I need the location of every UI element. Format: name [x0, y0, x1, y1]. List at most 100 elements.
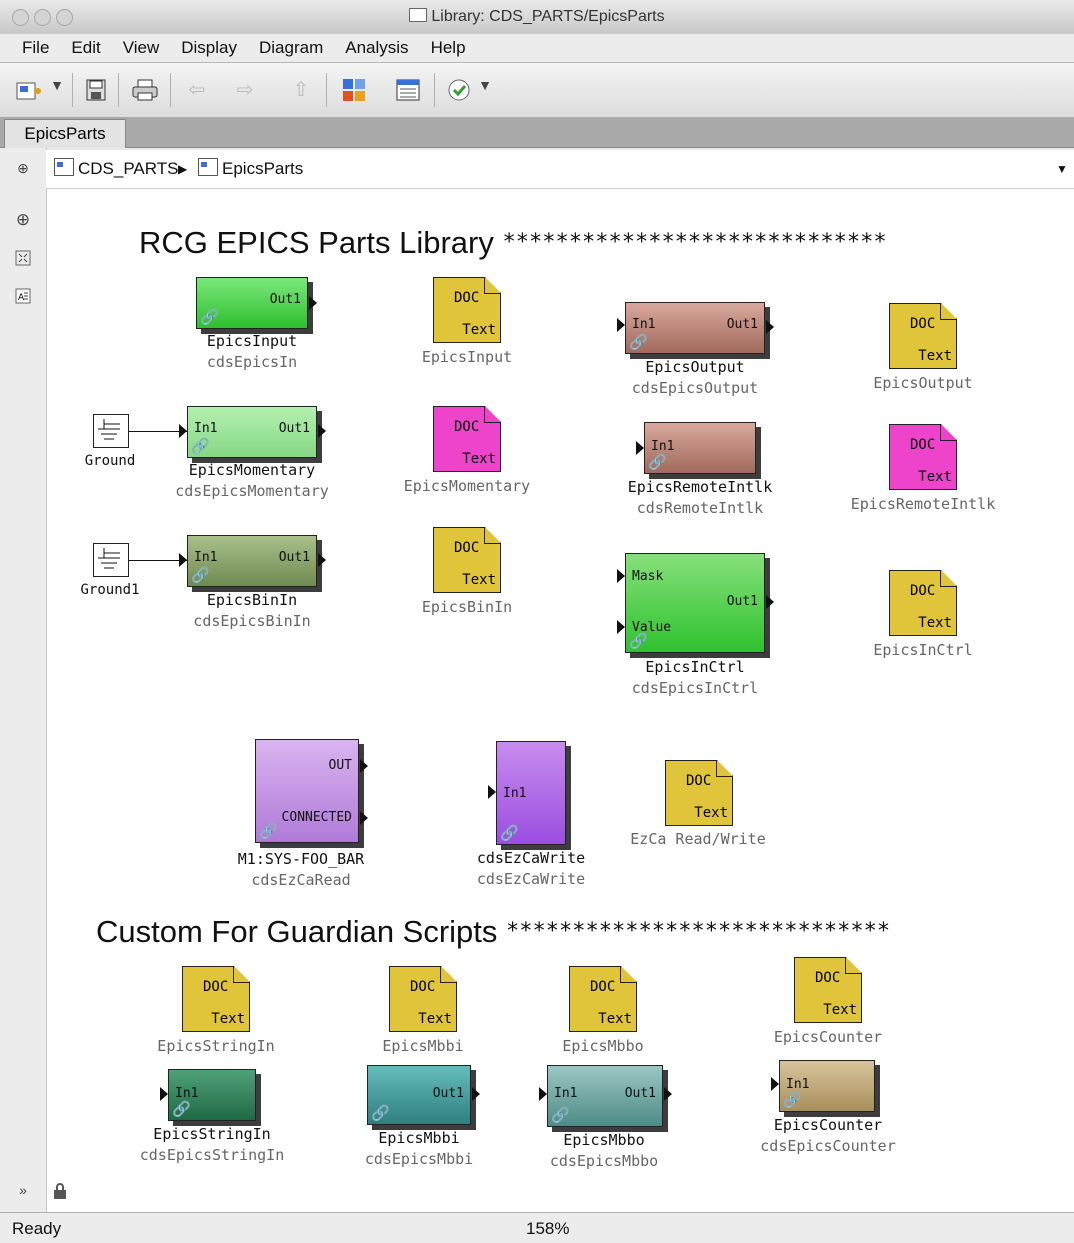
forward-icon[interactable]: ⇨ — [230, 77, 260, 103]
doc-text: Text — [598, 1011, 632, 1027]
port-out1: Out1 — [432, 1086, 464, 1101]
doc-caption: EzCa Read/Write — [630, 830, 766, 848]
library-browser-icon[interactable] — [338, 77, 370, 103]
doc-fold-line — [940, 425, 956, 441]
doc-block[interactable]: DOC Text — [433, 527, 501, 593]
doc-caption: EpicsMbbo — [562, 1037, 644, 1055]
output-port-arrow[interactable] — [664, 1087, 672, 1101]
output-port-arrow[interactable] — [318, 553, 326, 567]
output-port-arrow[interactable] — [318, 424, 326, 438]
port-out: OUT — [328, 758, 352, 773]
epics-bin-in-block[interactable]: In1 Out1 🔗 — [187, 535, 317, 587]
annotation-icon[interactable]: A — [13, 288, 33, 307]
ezca-read-block[interactable]: OUT CONNECTED 🔗 — [255, 739, 359, 843]
input-port-arrow[interactable] — [160, 1087, 168, 1101]
doc-block[interactable]: DOC Text — [889, 303, 957, 369]
check-icon[interactable] — [444, 77, 474, 103]
output-port-arrow[interactable] — [309, 296, 317, 310]
toolbar: ▼ ⇦ ⇨ ⇧ ▼ — [0, 63, 1074, 118]
doc-block[interactable]: DOC Text — [665, 760, 733, 826]
palette-bar: ⊕ ⊕ A » — [0, 148, 47, 1212]
toolbar-separator — [170, 73, 171, 107]
breadcrumb-dropdown-icon[interactable]: ▼ — [1056, 162, 1068, 176]
new-model-icon[interactable] — [12, 77, 48, 103]
input-port-arrow[interactable] — [636, 441, 644, 455]
doc-block[interactable]: DOC Text — [889, 424, 957, 490]
library-heading-text: RCG EPICS Parts Library — [139, 225, 494, 260]
up-icon[interactable]: ⇧ — [286, 77, 316, 103]
menu-view[interactable]: View — [123, 34, 160, 58]
output-port-arrow[interactable] — [766, 595, 774, 609]
menu-analysis[interactable]: Analysis — [345, 34, 408, 58]
output-port-arrow[interactable] — [472, 1087, 480, 1101]
input-port-arrow[interactable] — [771, 1077, 779, 1091]
block-name: EpicsOutput — [645, 358, 745, 376]
input-port-arrow[interactable] — [539, 1087, 547, 1101]
menu-diagram[interactable]: Diagram — [259, 34, 323, 58]
link-icon: 🔗 — [648, 453, 667, 471]
print-icon[interactable] — [128, 77, 162, 103]
port-in1: In1 — [194, 421, 218, 436]
epics-counter-block[interactable]: In1 🔗 — [779, 1060, 875, 1112]
breadcrumb-current[interactable]: EpicsParts — [198, 158, 303, 179]
epics-mbbo-block[interactable]: In1 Out1 🔗 — [547, 1065, 663, 1127]
doc-block[interactable]: DOC Text — [794, 957, 862, 1023]
toolbar-separator — [118, 73, 119, 107]
check-dropdown-icon[interactable]: ▼ — [476, 77, 494, 103]
epics-in-ctrl-block[interactable]: Mask Value Out1 🔗 — [625, 553, 765, 653]
output-port-arrow[interactable] — [360, 759, 368, 773]
hide-icon[interactable]: » — [13, 1182, 33, 1198]
output-port-arrow[interactable] — [766, 320, 774, 334]
doc-label: DOC — [686, 773, 712, 789]
epics-momentary-block[interactable]: In1 Out1 🔗 — [187, 406, 317, 458]
ground-block[interactable] — [93, 543, 129, 577]
model-explorer-icon[interactable] — [392, 77, 424, 103]
doc-text: Text — [694, 805, 728, 821]
doc-block[interactable]: DOC Text — [389, 966, 457, 1032]
doc-text: Text — [918, 469, 952, 485]
new-model-dropdown-icon[interactable]: ▼ — [48, 77, 66, 103]
menu-display[interactable]: Display — [181, 34, 237, 58]
doc-block[interactable]: DOC Text — [569, 966, 637, 1032]
doc-text: Text — [918, 348, 952, 364]
input-port-arrow[interactable] — [617, 569, 625, 583]
input-port-arrow[interactable] — [617, 318, 625, 332]
link-icon: 🔗 — [783, 1091, 802, 1109]
block-subname: cdsEzCaWrite — [476, 870, 586, 888]
doc-block[interactable]: DOC Text — [182, 966, 250, 1032]
port-in1: In1 — [786, 1077, 810, 1092]
link-icon: 🔗 — [259, 822, 278, 840]
lock-icon[interactable] — [53, 1182, 67, 1205]
menu-help[interactable]: Help — [431, 34, 466, 58]
doc-fold-line — [940, 304, 956, 320]
menu-edit[interactable]: Edit — [71, 34, 100, 58]
breadcrumb: CDS_PARTS ▶ EpicsParts ▼ — [46, 150, 1074, 189]
epics-remote-intlk-block[interactable]: In1 🔗 — [644, 422, 756, 474]
block-subname: cdsEpicsBinIn — [193, 612, 311, 630]
doc-block[interactable]: DOC Text — [889, 570, 957, 636]
output-port-arrow[interactable] — [360, 811, 368, 825]
save-icon[interactable] — [82, 77, 110, 103]
expand-icon[interactable]: ⊕ — [13, 160, 33, 177]
epics-string-in-block[interactable]: In1 🔗 — [168, 1069, 256, 1121]
back-icon[interactable]: ⇦ — [182, 77, 212, 103]
diagram-canvas[interactable]: RCG EPICS Parts Library ****************… — [47, 189, 1074, 1212]
doc-block[interactable]: DOC Text — [433, 277, 501, 343]
subsystem-icon — [198, 158, 218, 176]
library-heading-stars: ***************************** — [502, 230, 887, 255]
link-icon: 🔗 — [629, 632, 648, 650]
fit-icon[interactable] — [13, 250, 33, 269]
tab-epicsparts[interactable]: EpicsParts — [4, 119, 126, 148]
input-port-arrow[interactable] — [617, 620, 625, 634]
ground-block[interactable] — [93, 414, 129, 448]
zoom-in-icon[interactable]: ⊕ — [13, 210, 33, 230]
epics-mbbi-block[interactable]: Out1 🔗 — [367, 1065, 471, 1125]
breadcrumb-root[interactable]: CDS_PARTS — [54, 158, 178, 179]
input-port-arrow[interactable] — [488, 785, 496, 799]
doc-fold-line — [440, 967, 456, 983]
menu-file[interactable]: File — [22, 34, 49, 58]
epics-input-block[interactable]: Out1 🔗 — [196, 277, 308, 329]
ezca-write-block[interactable]: In1 🔗 — [496, 741, 566, 845]
doc-block[interactable]: DOC Text — [433, 406, 501, 472]
epics-output-block[interactable]: In1 Out1 🔗 — [625, 302, 765, 354]
